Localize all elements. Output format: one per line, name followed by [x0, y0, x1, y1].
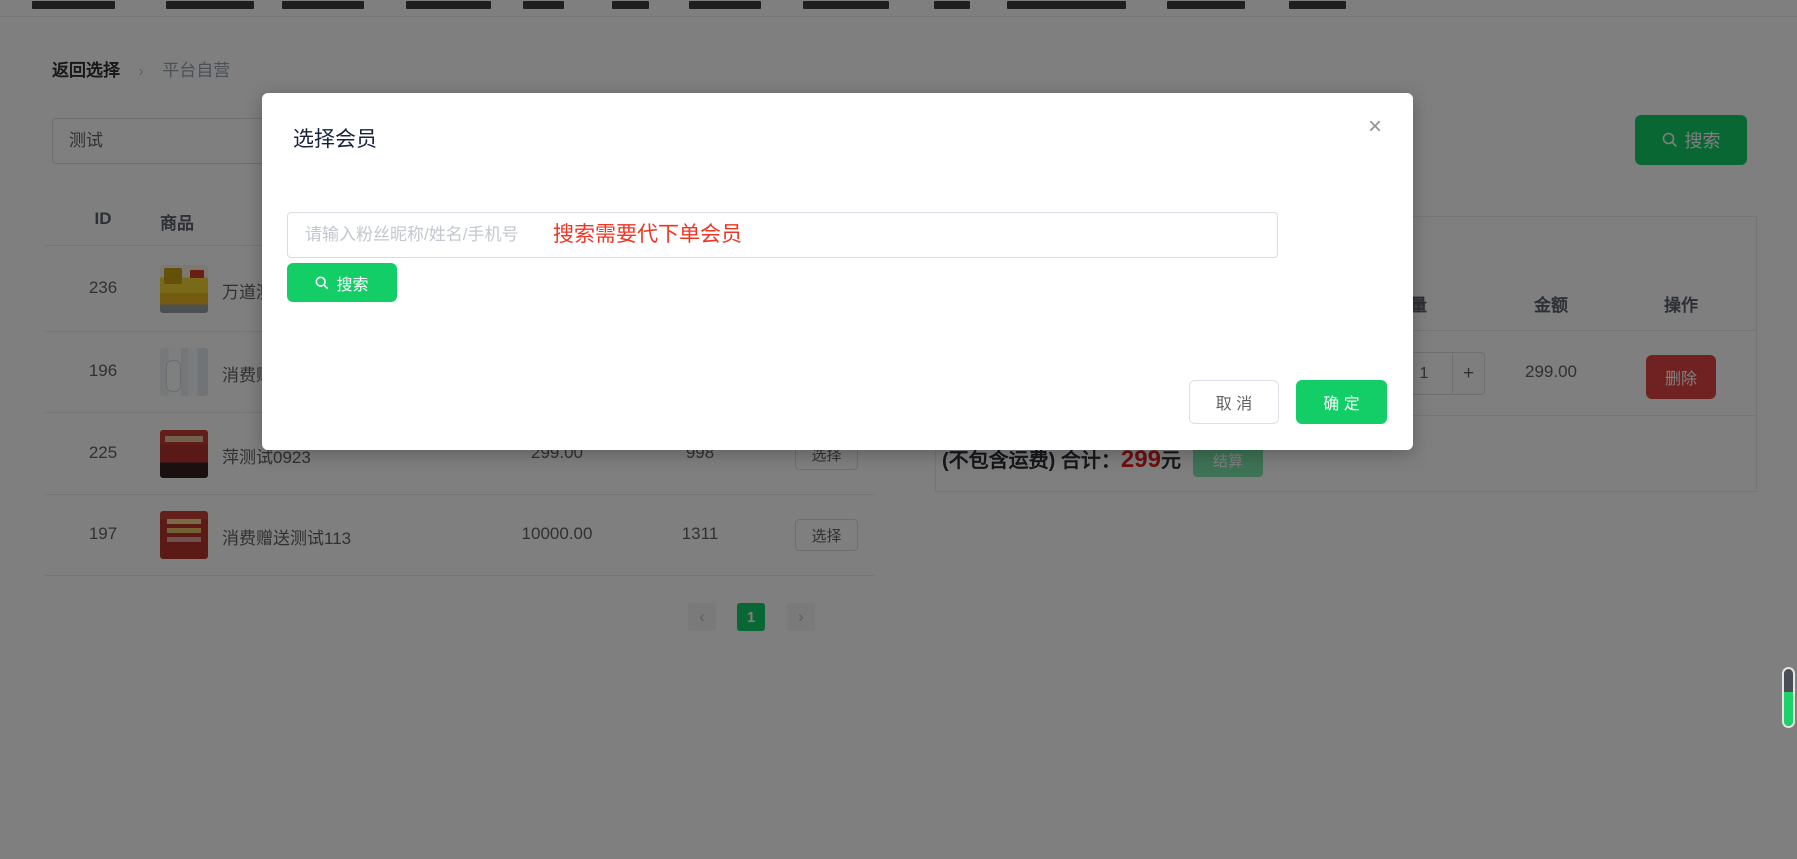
annotation-text: 搜索需要代下单会员 [553, 212, 742, 258]
member-input-placeholder: 请输入粉丝昵称/姓名/手机号 [305, 213, 518, 257]
confirm-button[interactable]: 确 定 [1296, 380, 1387, 424]
member-search-button[interactable]: 搜索 [287, 263, 397, 302]
scrollbar-thumb[interactable] [1782, 667, 1795, 728]
dialog-title: 选择会员 [293, 123, 377, 153]
cancel-button[interactable]: 取 消 [1189, 380, 1279, 424]
search-icon [315, 276, 329, 290]
scrollbar-fill [1784, 692, 1793, 726]
page: 返回选择 › 平台自营 测试 搜索 ID 商品 2 [0, 0, 1797, 859]
member-search-input[interactable]: 请输入粉丝昵称/姓名/手机号 [287, 212, 1278, 258]
select-member-dialog: 选择会员 × 请输入粉丝昵称/姓名/手机号 搜索需要代下单会员 搜索 取 消 确… [262, 93, 1413, 450]
member-search-label: 搜索 [336, 271, 368, 295]
close-icon[interactable]: × [1358, 110, 1392, 144]
